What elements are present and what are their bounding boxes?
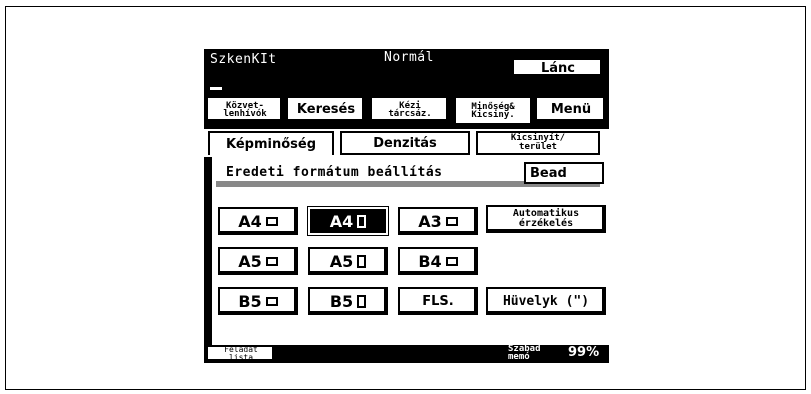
portrait-page-icon (357, 294, 367, 308)
format-fls-label: FLS. (422, 293, 454, 309)
direct-dial-tab[interactable]: Közvet- lenhívók (206, 96, 284, 123)
density-tab[interactable]: Denzitás (340, 131, 470, 155)
portrait-page-icon (357, 254, 367, 268)
landscape-page-icon (265, 256, 278, 266)
format-a5-landscape-label: A5 (238, 251, 262, 271)
format-a5-portrait-label: A5 (329, 251, 354, 271)
manual-dial-tab[interactable]: Kézi tárcsáz. (370, 96, 450, 123)
original-format-panel: Eredeti formátum beállítás Bead A4 A4 A3… (210, 157, 609, 345)
manual-dial-line2: tárcsáz. (388, 108, 432, 119)
reduction-area-tab[interactable]: Kicsinyít/ terület (476, 131, 600, 155)
inch-button[interactable]: Hüvelyk (") (486, 287, 606, 315)
search-tab[interactable]: Keresés (286, 96, 366, 123)
sub-tab-row: Képminőség Denzitás Kicsinyít/ terület (204, 129, 609, 157)
landscape-page-icon (445, 256, 458, 266)
set-button-label: Bead (530, 165, 567, 181)
free-memory-label: Szabad memó (508, 345, 541, 362)
format-a3-landscape[interactable]: A3 (398, 207, 478, 235)
direct-dial-line2: lenhívók (223, 108, 267, 119)
format-b5-portrait[interactable]: B5 (308, 287, 388, 315)
text-cursor (210, 87, 222, 90)
quality-label: Normál (384, 50, 434, 65)
free-memory-value: 99% (568, 345, 600, 360)
free-memory-line2: memó (508, 352, 530, 362)
landscape-page-icon (265, 296, 278, 306)
format-b5-portrait-label: B5 (329, 291, 354, 311)
format-a4-portrait-label: A4 (329, 211, 354, 231)
set-button[interactable]: Bead (524, 162, 604, 184)
reduction-area-line2: terület (519, 142, 557, 152)
quality-reduction-tab[interactable]: Minőség& Kicsiny. (454, 96, 532, 125)
search-tab-label: Keresés (296, 102, 356, 117)
format-b5-landscape[interactable]: B5 (218, 287, 298, 315)
menu-tab-label: Menü (550, 102, 592, 117)
format-a5-landscape[interactable]: A5 (218, 247, 298, 275)
job-list-button[interactable]: Feladat lista (206, 345, 276, 363)
image-quality-tab[interactable]: Képminőség (208, 131, 334, 155)
control-panel-screen: SzkenKIt Normál Lánc Közvet- lenhívók Ke… (204, 49, 609, 363)
format-a4-portrait[interactable]: A4 (307, 206, 389, 236)
status-footer: Feladat lista Szabad memó 99% (204, 345, 609, 363)
mode-label: SzkenKIt (210, 52, 277, 67)
format-a4-landscape[interactable]: A4 (218, 207, 298, 235)
chain-button[interactable]: Lánc (512, 58, 604, 78)
format-a3-landscape-label: A3 (418, 211, 442, 231)
format-b4-landscape-label: B4 (418, 251, 442, 271)
format-b5-landscape-label: B5 (238, 291, 262, 311)
auto-detect-button[interactable]: Automatikus érzékelés (486, 205, 606, 233)
density-tab-label: Denzitás (373, 135, 437, 151)
format-b4-landscape[interactable]: B4 (398, 247, 478, 275)
landscape-page-icon (265, 216, 278, 226)
menu-tab[interactable]: Menü (535, 96, 607, 123)
format-a5-portrait[interactable]: A5 (308, 247, 388, 275)
inch-button-label: Hüvelyk (") (502, 293, 590, 309)
format-fls[interactable]: FLS. (398, 287, 478, 315)
portrait-page-icon (357, 214, 367, 228)
image-quality-tab-label: Képminőség (225, 136, 317, 152)
panel-title: Eredeti formátum beállítás (226, 165, 443, 180)
quality-reduction-line2: Kicsiny. (471, 109, 515, 120)
job-list-line2: lista (228, 353, 254, 362)
auto-detect-line2: érzékelés (518, 218, 574, 229)
landscape-page-icon (445, 216, 458, 226)
nav-bar: Közvet- lenhívók Keresés Kézi tárcsáz. M… (204, 95, 609, 125)
chain-button-label: Lánc (540, 60, 576, 76)
format-a4-landscape-label: A4 (238, 211, 262, 231)
